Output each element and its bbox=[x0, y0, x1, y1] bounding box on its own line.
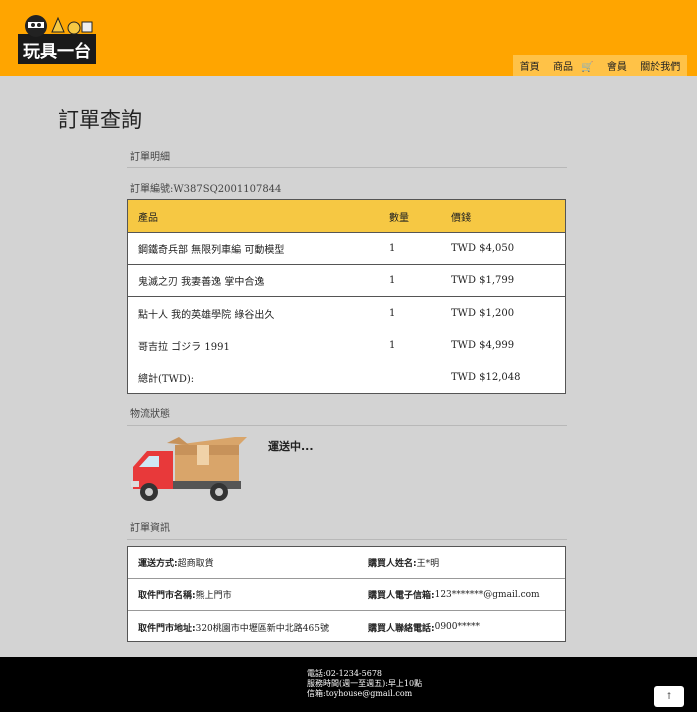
table-header: 產品 數量 價錢 bbox=[128, 200, 565, 233]
item-qty: 1 bbox=[389, 339, 396, 351]
main-nav: 首頁 商品 🛒 會員 關於我們 bbox=[513, 55, 687, 76]
nav-member[interactable]: 會員 bbox=[607, 58, 627, 73]
order-items-table: 產品 數量 價錢 鋼鐵奇兵部 無限列車編 可動模型 1 TWD $4,050 鬼… bbox=[127, 199, 566, 394]
table-row: 鬼滅之刃 我妻善逸 掌中合逸 1 TWD $1,799 bbox=[128, 265, 565, 297]
item-name: 鬼滅之刃 我妻善逸 掌中合逸 bbox=[138, 277, 265, 288]
buyer-name-label: 購買人姓名: bbox=[368, 559, 417, 569]
cart-icon[interactable]: 🛒 bbox=[581, 62, 593, 73]
store-address-label: 取件門市地址: bbox=[138, 623, 196, 634]
page-title: 訂單查詢 bbox=[58, 108, 142, 132]
item-price: TWD $1,200 bbox=[451, 307, 515, 319]
divider bbox=[127, 425, 567, 426]
site-header: 玩具一台 首頁 商品 🛒 會員 關於我們 bbox=[0, 0, 697, 76]
buyer-email-label: 購買人電子信箱: bbox=[368, 591, 435, 601]
order-info-heading: 訂單資訊 bbox=[130, 523, 170, 534]
store-name-label: 取件門市名稱: bbox=[138, 591, 196, 601]
footer-hours: 服務時間(週一至週五):早上10點 bbox=[307, 679, 423, 688]
shipping-method-label: 運送方式: bbox=[138, 559, 178, 569]
info-row: 取件門市名稱: 熊上門市 購買人電子信箱: 123*******@gmail.c… bbox=[128, 579, 565, 611]
footer-email: 信箱:toyhouse@gmail.com bbox=[307, 689, 413, 698]
table-row: 鋼鐵奇兵部 無限列車編 可動模型 1 TWD $4,050 bbox=[128, 233, 565, 265]
item-price: TWD $4,050 bbox=[451, 243, 515, 254]
site-footer: 電話:02-1234-5678 服務時間(週一至週五):早上10點 信箱:toy… bbox=[0, 657, 697, 712]
store-address-value: 320桃園市中壢區新中北路465號 bbox=[195, 623, 329, 634]
shipping-heading: 物流狀態 bbox=[130, 409, 170, 420]
buyer-phone-label: 購買人聯絡電話: bbox=[368, 623, 435, 634]
site-logo[interactable]: 玩具一台 bbox=[18, 12, 96, 64]
info-row: 運送方式: 超商取貨 購買人姓名: 王*明 bbox=[128, 547, 565, 579]
buyer-phone-value: 0900***** bbox=[434, 622, 481, 632]
nav-home[interactable]: 首頁 bbox=[520, 58, 540, 73]
back-to-top-button[interactable]: ↑ bbox=[654, 686, 684, 707]
item-qty: 1 bbox=[389, 307, 396, 319]
order-info-table: 運送方式: 超商取貨 購買人姓名: 王*明 取件門市名稱: 熊上門市 購買人電子… bbox=[127, 546, 566, 642]
logo-text: 玩具一台 bbox=[23, 41, 91, 62]
shipping-status: 運送中... bbox=[268, 440, 314, 453]
buyer-email-value: 123*******@gmail.com bbox=[434, 589, 540, 600]
item-name: 鋼鐵奇兵部 無限列車編 可動模型 bbox=[138, 245, 285, 256]
info-row: 取件門市地址: 320桃園市中壢區新中北路465號 購買人聯絡電話: 0900*… bbox=[128, 611, 565, 643]
item-price: TWD $4,999 bbox=[451, 339, 515, 351]
divider bbox=[127, 167, 567, 168]
divider bbox=[127, 539, 567, 540]
item-name: 點十人 我的英雄學院 綠谷出久 bbox=[138, 309, 275, 321]
item-qty: 1 bbox=[389, 243, 396, 254]
col-product: 產品 bbox=[138, 212, 158, 224]
table-row: 點十人 我的英雄學院 綠谷出久 1 TWD $1,200 bbox=[128, 297, 565, 329]
order-number: 訂單編號:W387SQ2001107844 bbox=[130, 184, 282, 195]
buyer-name-value: 王*明 bbox=[416, 559, 440, 569]
total-value: TWD $12,048 bbox=[451, 371, 521, 383]
order-detail-heading: 訂單明細 bbox=[130, 152, 170, 163]
nav-about[interactable]: 關於我們 bbox=[640, 58, 680, 73]
total-label: 總計(TWD): bbox=[138, 373, 195, 385]
total-row: 總計(TWD): TWD $12,048 bbox=[128, 361, 565, 393]
item-name: 哥吉拉 ゴジラ 1991 bbox=[138, 341, 230, 353]
nav-products[interactable]: 商品 🛒 bbox=[553, 58, 593, 73]
footer-phone: 電話:02-1234-5678 bbox=[307, 669, 382, 678]
item-price: TWD $1,799 bbox=[451, 275, 515, 286]
col-qty: 數量 bbox=[389, 212, 409, 224]
delivery-truck-icon bbox=[129, 437, 249, 503]
item-qty: 1 bbox=[389, 275, 396, 286]
store-name-value: 熊上門市 bbox=[195, 591, 232, 601]
col-price: 價錢 bbox=[451, 212, 471, 224]
table-row: 哥吉拉 ゴジラ 1991 1 TWD $4,999 bbox=[128, 329, 565, 361]
shipping-method-value: 超商取貨 bbox=[177, 559, 214, 569]
